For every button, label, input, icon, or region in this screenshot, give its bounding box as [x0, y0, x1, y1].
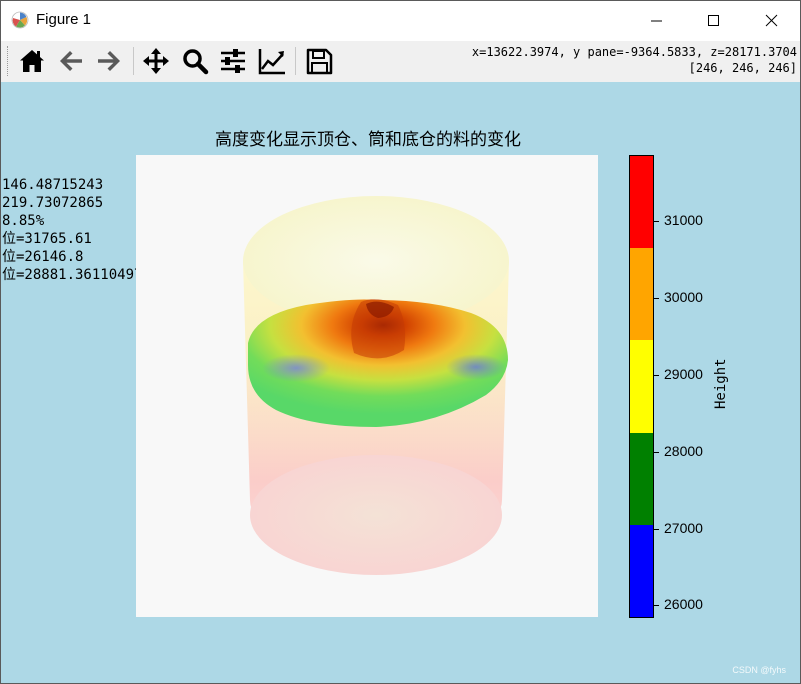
info-line: 位=31765.61 — [2, 231, 92, 247]
colorbar-tick-label: 29000 — [664, 365, 703, 382]
toolbar-grip — [7, 46, 10, 76]
colorbar-band — [630, 432, 653, 525]
back-arrow-icon — [60, 51, 82, 71]
configure-subplots-icon — [221, 49, 245, 73]
minimize-icon — [651, 20, 662, 22]
navigation-toolbar: x=13622.3974, y pane=-9364.5833, z=28171… — [1, 41, 800, 83]
cursor-coordinates-readout: x=13622.3974, y pane=-9364.5833, z=28171… — [472, 44, 797, 76]
info-line: 位=26146.8 — [2, 249, 84, 265]
maximize-icon — [708, 15, 719, 26]
zoom-icon — [183, 49, 209, 75]
colorbar-tick-label: 31000 — [664, 212, 703, 229]
colorbar-band — [630, 248, 653, 341]
coords-line-2: [246, 246, 246] — [688, 61, 797, 75]
watermark: CSDN @fyhs — [732, 665, 786, 675]
surface-valley-right — [446, 354, 506, 380]
maximize-button[interactable] — [685, 1, 743, 41]
colorbar-tick — [653, 451, 659, 453]
configure-subplots-button[interactable] — [217, 45, 249, 77]
plot-title: 高度变化显示顶仓、筒和底仓的料的变化 — [215, 130, 521, 150]
toolbar-separator — [295, 47, 296, 75]
save-icon — [306, 48, 333, 75]
colorbar — [629, 155, 654, 618]
colorbar-tick-label: 30000 — [664, 289, 703, 306]
silo-surface-plot — [243, 196, 509, 575]
forward-arrow-icon — [98, 51, 120, 71]
silo-bottom-cap — [250, 455, 502, 575]
colorbar-tick — [653, 374, 659, 376]
info-line: 146.48715243 — [2, 177, 104, 193]
surface-valley-left — [262, 354, 330, 382]
colorbar-tick-label: 26000 — [664, 596, 703, 613]
edit-axis-button[interactable] — [256, 45, 288, 77]
colorbar-tick — [653, 298, 659, 300]
pan-icon — [143, 48, 169, 74]
info-line: 8.85% — [2, 213, 45, 229]
colorbar-band — [630, 524, 653, 617]
colorbar-tick — [653, 528, 659, 530]
colorbar-tick — [653, 605, 659, 607]
colorbar-tick — [653, 221, 659, 223]
info-line: 219.73072865 — [2, 195, 104, 211]
coords-line-1: x=13622.3974, y pane=-9364.5833, z=28171… — [471, 45, 797, 59]
close-icon — [765, 14, 778, 27]
colorbar-band — [630, 340, 653, 433]
back-button[interactable] — [55, 45, 87, 77]
colorbar-band — [630, 156, 653, 249]
title-bar: Figure 1 — [1, 1, 800, 41]
colorbar-label: Height — [713, 358, 729, 409]
home-button[interactable] — [16, 45, 48, 77]
edit-axis-icon — [258, 49, 285, 75]
forward-button[interactable] — [93, 45, 125, 77]
toolbar-separator — [133, 47, 134, 75]
figure-canvas[interactable]: 高度变化显示顶仓、筒和底仓的料的变化 146.48715243 219.7307… — [1, 82, 800, 683]
close-button[interactable] — [742, 1, 800, 41]
minimize-button[interactable] — [627, 1, 685, 41]
window-title: Figure 1 — [36, 11, 92, 28]
home-icon — [20, 50, 44, 72]
colorbar-tick-label: 27000 — [664, 519, 703, 536]
colorbar-tick-label: 28000 — [664, 442, 703, 459]
figure-window: Figure 1 x=13622.3974, y pane=-9364.5833… — [0, 0, 801, 684]
save-button[interactable] — [303, 45, 335, 77]
zoom-button[interactable] — [179, 45, 211, 77]
info-line: 位=28881.36110497 — [2, 267, 143, 283]
info-text-block: 146.48715243 219.73072865 8.85% 位=31765.… — [2, 176, 142, 284]
pan-button[interactable] — [140, 45, 172, 77]
3d-axes[interactable] — [136, 155, 598, 617]
matplotlib-app-icon — [11, 11, 29, 29]
